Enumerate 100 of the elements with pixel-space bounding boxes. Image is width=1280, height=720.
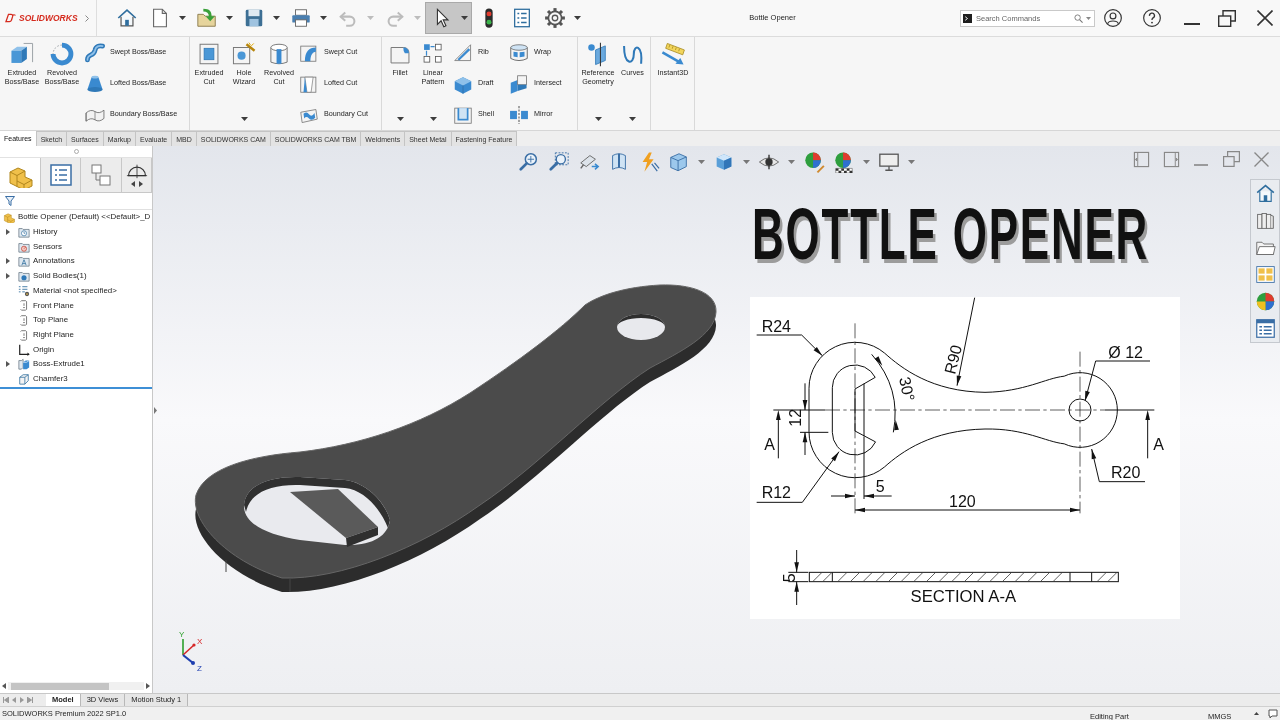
- splitter-arrow-icon: [154, 407, 157, 414]
- expand-arrow-icon[interactable]: [6, 273, 10, 280]
- caret-icon: [743, 160, 750, 164]
- home-icon: [1254, 183, 1276, 204]
- caret-up-icon: [1253, 712, 1259, 715]
- part-icon: [3, 211, 15, 224]
- arrow-left-icon: [11, 697, 17, 703]
- protractor-icon: [125, 163, 148, 179]
- rib-block-icon: [452, 41, 474, 64]
- caret-icon: [367, 16, 374, 20]
- plane-icon: [18, 328, 30, 341]
- dimension-label: R20: [1111, 464, 1141, 482]
- cube-icon: [668, 151, 690, 173]
- color-ball-checker-icon: [833, 151, 855, 173]
- section-mark: A: [1153, 436, 1164, 453]
- dimension-label: 30°: [896, 375, 918, 403]
- caret-icon: [396, 117, 404, 121]
- tile-right-icon: [1162, 150, 1180, 168]
- folder-clock-icon: [18, 226, 30, 239]
- checklist-icon: [511, 7, 533, 29]
- gear-icon: [544, 7, 566, 29]
- scrollbar-thumb[interactable]: [11, 682, 109, 690]
- restore-icon: [1222, 151, 1240, 167]
- section-title: SECTION A-A: [910, 587, 1017, 607]
- arrow-right-icon: [146, 683, 150, 689]
- help-icon: [1142, 8, 1162, 28]
- origin-axes-icon: [18, 343, 30, 356]
- leader-line: [1091, 448, 1146, 483]
- caret-icon: [594, 117, 602, 121]
- dimension-label: 12: [787, 408, 804, 427]
- minimize-icon: [1184, 23, 1200, 25]
- chevron-right-icon: [85, 14, 89, 22]
- arrow-right-icon: [19, 697, 25, 703]
- close-icon: [1253, 151, 1269, 167]
- caret-icon: [629, 117, 636, 121]
- dimension-label: 120: [949, 492, 976, 510]
- expand-arrow-icon[interactable]: [6, 229, 10, 236]
- printer-icon: [290, 7, 312, 29]
- color-ball-icon: [1254, 291, 1276, 312]
- dimension-label: Ø 12: [1108, 343, 1143, 361]
- caret-icon: [461, 16, 468, 20]
- caret-icon: [240, 117, 248, 121]
- tile-left-icon: [1132, 150, 1150, 168]
- skip-left-icon: [3, 697, 9, 703]
- chamfered-block-icon: [18, 372, 30, 385]
- arrow-right-icon: [137, 181, 143, 187]
- home-icon: [116, 7, 138, 29]
- close-icon: [1257, 10, 1273, 26]
- hole-circle: [1068, 398, 1092, 422]
- dimension-label: R90: [941, 343, 965, 376]
- toolbar-button[interactable]: [425, 2, 472, 34]
- magnifier-box-icon: [548, 151, 570, 173]
- terminal-icon: [963, 13, 972, 23]
- caret-icon: [788, 160, 795, 164]
- folder-block-icon: [18, 270, 30, 283]
- caret-icon: [908, 160, 915, 164]
- plane-icon: [18, 299, 30, 312]
- caret-icon: [414, 16, 421, 20]
- monitor-icon: [878, 151, 900, 173]
- section-mark: A: [764, 436, 775, 453]
- books-icon: [1254, 210, 1276, 231]
- drilled-block-icon: [231, 41, 257, 67]
- hollow-block-icon: [196, 41, 222, 67]
- leader-line: [756, 334, 823, 357]
- expand-arrow-icon[interactable]: [6, 361, 10, 368]
- restore-icon: [1218, 9, 1236, 27]
- skip-right-icon: [27, 697, 33, 703]
- caret-icon: [863, 160, 870, 164]
- intersecting-solids-icon: [508, 72, 530, 95]
- user-icon: [1103, 8, 1123, 28]
- wrapped-cylinder-icon: [508, 41, 530, 64]
- color-ball-pencil-icon: [803, 151, 825, 173]
- handle-dot-icon: [73, 149, 79, 154]
- material-list-icon: [18, 284, 30, 297]
- curved-pipe-icon: [84, 41, 106, 64]
- logo-text: SOLIDWORKS: [19, 13, 78, 23]
- dimension-label: R24: [761, 317, 792, 335]
- rollback-bar[interactable]: [0, 387, 152, 390]
- magnifier-icon: [518, 151, 540, 173]
- filter-field[interactable]: [0, 193, 152, 210]
- property-list-icon: [1254, 318, 1276, 339]
- tree-list-icon: [47, 162, 74, 188]
- partial-ring-icon: [49, 41, 75, 67]
- dimension-label: 5: [875, 478, 885, 496]
- arrow-left-icon: [130, 181, 136, 187]
- caret-icon: [574, 16, 581, 20]
- folder-letter-icon: [18, 255, 30, 268]
- leader-line: [1084, 360, 1151, 402]
- minimize-icon: [1194, 164, 1208, 166]
- palette-grid-icon: [1254, 264, 1276, 285]
- chat-bubble-icon: [1267, 708, 1278, 719]
- search-icon: [1074, 13, 1083, 23]
- overlay-title: BOTTLE OPENER: [752, 198, 1150, 270]
- arrow-left-icon: [2, 683, 6, 689]
- scrollbar[interactable]: [8, 682, 144, 690]
- folder-arrow-icon: [196, 7, 218, 29]
- dimension-label: R12: [761, 484, 792, 502]
- axis-label: Z: [197, 664, 202, 673]
- expand-arrow-icon[interactable]: [6, 258, 10, 265]
- caret-icon: [320, 16, 327, 20]
